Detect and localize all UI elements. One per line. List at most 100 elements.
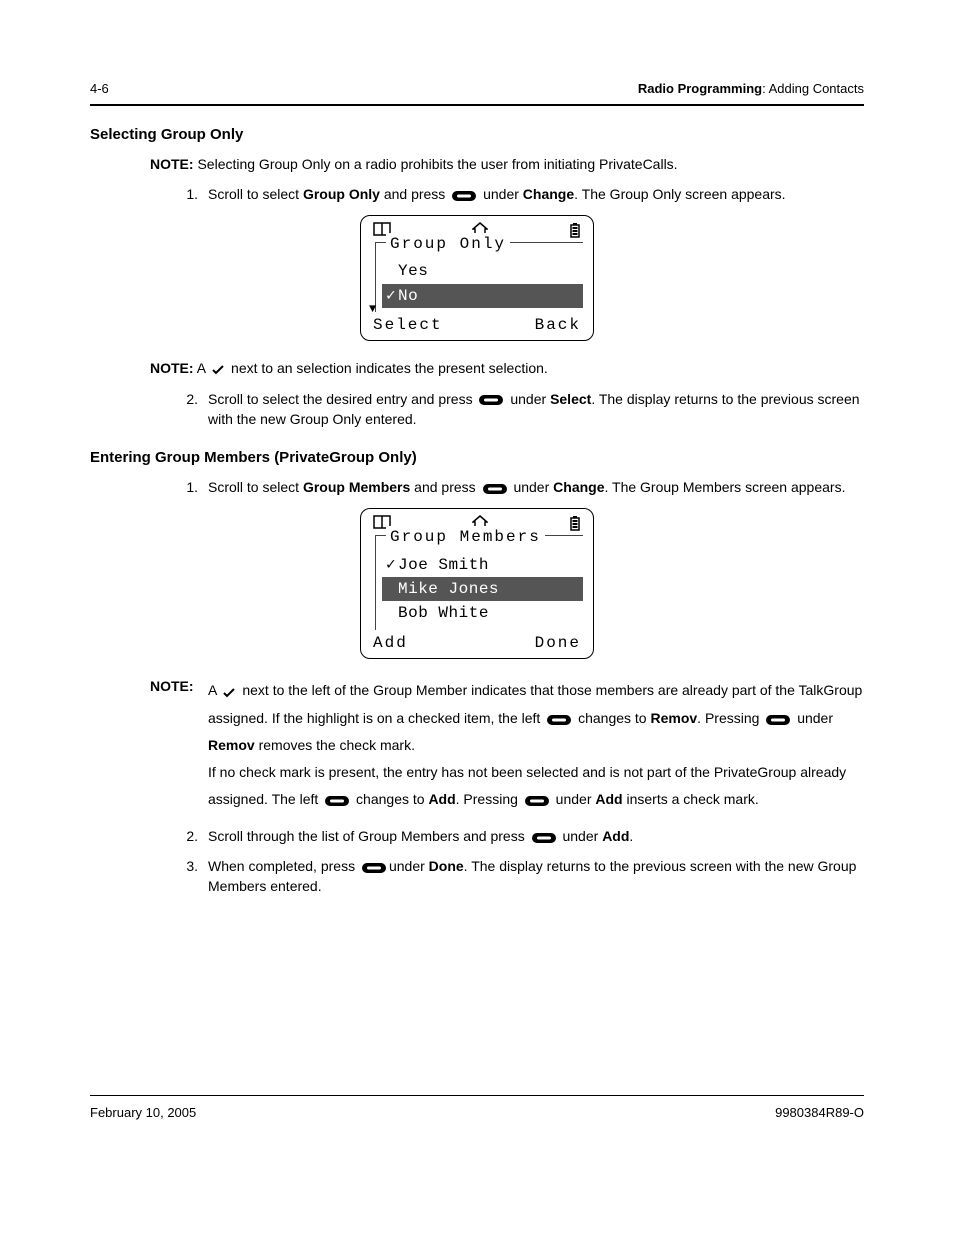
- softkey-icon: [361, 858, 387, 878]
- battery-icon: [569, 222, 581, 238]
- list-number: 3.: [174, 857, 198, 897]
- lcd-item-yes: Yes: [382, 259, 583, 283]
- lcd-items: Joe Smith Mike Jones Bob White: [376, 553, 583, 630]
- text: .: [629, 828, 633, 844]
- text: When completed, press: [208, 858, 359, 874]
- softkey-icon: [451, 185, 477, 205]
- text: next to an selection indicates the prese…: [227, 360, 548, 376]
- softkey-icon: [531, 828, 557, 848]
- step-2-group-only: 2. Scroll to select the desired entry an…: [174, 390, 864, 430]
- text-bold: Remov: [650, 710, 697, 726]
- text-bold: Add: [595, 791, 622, 807]
- header-section-sub: : Adding Contacts: [762, 81, 864, 96]
- softkey-icon: [546, 706, 572, 733]
- list-body: Scroll to select Group Members and press…: [208, 478, 864, 498]
- softkey-icon: [524, 787, 550, 814]
- step-1-group-members: 1. Scroll to select Group Members and pr…: [174, 478, 864, 498]
- softkey-right: Back: [535, 314, 581, 336]
- text: under: [479, 186, 523, 202]
- text: A: [197, 360, 209, 376]
- note-checkmark-selection: NOTE: A next to an selection indicates t…: [150, 359, 864, 379]
- lcd-title: Group Members: [386, 526, 545, 548]
- text-bold: Select: [550, 391, 591, 407]
- note-text: Selecting Group Only on a radio prohibit…: [197, 156, 677, 172]
- text: under: [552, 791, 596, 807]
- footer-docnum: 9980384R89-O: [775, 1104, 864, 1122]
- softkey-icon: [324, 787, 350, 814]
- text: inserts a check mark.: [623, 791, 759, 807]
- softkey-icon: [765, 706, 791, 733]
- text: Scroll through the list of Group Members…: [208, 828, 529, 844]
- text: changes to: [352, 791, 428, 807]
- text-bold: Remov: [208, 737, 255, 753]
- lcd-item-bob: Bob White: [382, 601, 583, 625]
- text: under: [793, 710, 833, 726]
- text: removes the check mark.: [255, 737, 415, 753]
- heading-entering-group-members: Entering Group Members (PrivateGroup Onl…: [90, 447, 864, 468]
- text-bold: Add: [602, 828, 629, 844]
- lcd-group-only: Group Only Yes No ▼ Select Back: [360, 215, 594, 342]
- lcd-item-no: No: [382, 284, 583, 308]
- page-number: 4-6: [90, 80, 109, 98]
- list-number: 2.: [174, 390, 198, 430]
- text: under: [506, 391, 550, 407]
- lcd-group-members: Group Members Joe Smith Mike Jones Bob W…: [360, 508, 594, 659]
- text-bold: Done: [429, 858, 464, 874]
- step-1-group-only: 1. Scroll to select Group Only and press…: [174, 185, 864, 205]
- text-bold: Add: [428, 791, 455, 807]
- text-bold: Group Members: [303, 479, 410, 495]
- text-bold: Change: [553, 479, 604, 495]
- header-section: Radio Programming: Adding Contacts: [638, 80, 864, 98]
- header-section-title: Radio Programming: [638, 81, 762, 96]
- text: . The Group Only screen appears.: [574, 186, 785, 202]
- battery-icon: [569, 515, 581, 531]
- down-arrow-icon: ▼: [369, 304, 377, 314]
- footer-date: February 10, 2005: [90, 1104, 196, 1122]
- softkey-icon: [482, 479, 508, 499]
- note-group-members: NOTE: A next to the left of the Group Me…: [150, 677, 864, 813]
- lcd-item-mike: Mike Jones: [382, 577, 583, 601]
- text: Scroll to select the desired entry and p…: [208, 391, 476, 407]
- softkey-right: Done: [535, 632, 581, 654]
- page-header: 4-6 Radio Programming: Adding Contacts: [90, 80, 864, 98]
- note-label: NOTE:: [150, 677, 208, 813]
- text: . Pressing: [456, 791, 522, 807]
- lcd-items: Yes No: [376, 259, 583, 312]
- list-body: Scroll to select the desired entry and p…: [208, 390, 864, 430]
- note-text: A next to the left of the Group Member i…: [208, 677, 864, 813]
- list-body: Scroll through the list of Group Members…: [208, 827, 864, 847]
- list-body: When completed, press under Done. The di…: [208, 857, 864, 897]
- step-3-group-members: 3. When completed, press under Done. The…: [174, 857, 864, 897]
- text: under: [510, 479, 554, 495]
- note-label: NOTE:: [150, 360, 194, 376]
- lcd-title: Group Only: [386, 233, 510, 255]
- list-number: 1.: [174, 185, 198, 205]
- text-bold: Group Only: [303, 186, 380, 202]
- check-icon: [222, 678, 236, 705]
- check-icon: [211, 360, 225, 380]
- text: changes to: [574, 710, 650, 726]
- list-number: 2.: [174, 827, 198, 847]
- lcd-item-joe: Joe Smith: [382, 553, 583, 577]
- page-footer: February 10, 2005 9980384R89-O: [90, 1104, 864, 1122]
- lcd-softkeys: Add Done: [367, 630, 587, 654]
- text: under: [389, 858, 429, 874]
- text: Scroll to select: [208, 479, 303, 495]
- text: and press: [410, 479, 479, 495]
- text: under: [559, 828, 603, 844]
- header-rule: [90, 104, 864, 106]
- note-group-only: NOTE: Selecting Group Only on a radio pr…: [150, 155, 864, 175]
- text-bold: Change: [523, 186, 574, 202]
- text: . Pressing: [697, 710, 763, 726]
- note-label: NOTE:: [150, 156, 194, 172]
- heading-selecting-group-only: Selecting Group Only: [90, 124, 864, 145]
- list-number: 1.: [174, 478, 198, 498]
- step-2-group-members: 2. Scroll through the list of Group Memb…: [174, 827, 864, 847]
- softkey-left: Select: [373, 314, 443, 336]
- lcd-frame: Group Members Joe Smith Mike Jones Bob W…: [375, 535, 583, 630]
- text: Scroll to select: [208, 186, 303, 202]
- lcd-frame: Group Only Yes No ▼: [375, 242, 583, 312]
- softkey-icon: [478, 390, 504, 410]
- footer-rule: [90, 1095, 864, 1096]
- lcd-softkeys: Select Back: [367, 312, 587, 336]
